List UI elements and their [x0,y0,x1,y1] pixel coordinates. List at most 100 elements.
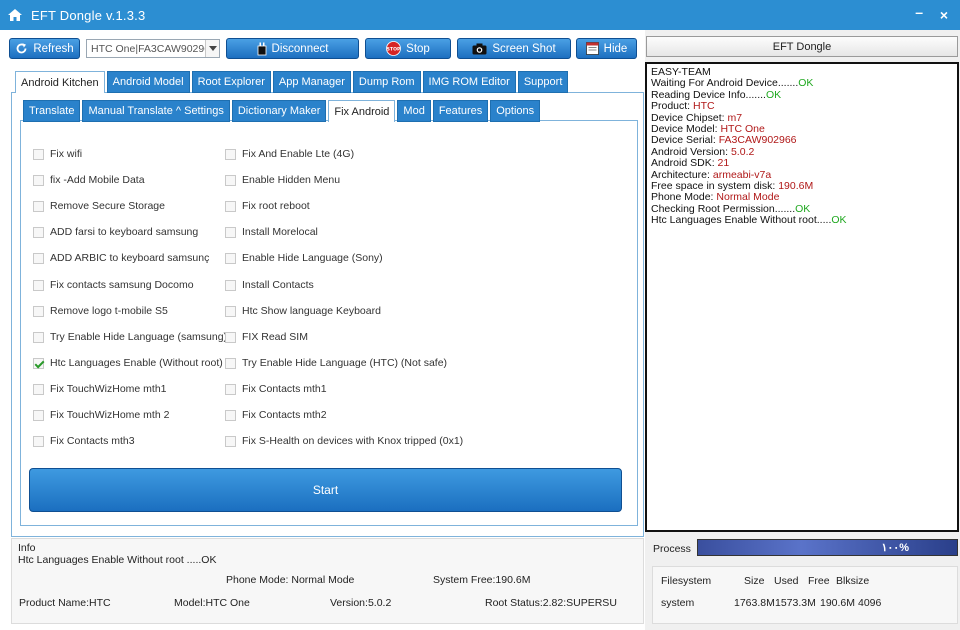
log-line-value: OK [798,77,814,90]
fix-option-checkbox[interactable]: Fix contacts samsung Docomo [33,279,194,291]
checkbox-icon[interactable] [225,252,236,264]
process-progress-bar: ١٠٠% [697,539,958,556]
tab-root-explorer[interactable]: Root Explorer [191,71,271,93]
screenshot-button[interactable]: Screen Shot [457,38,571,59]
tab-options[interactable]: Options [490,100,541,122]
checkbox-icon[interactable] [225,226,236,238]
stop-label: Stop [406,42,430,55]
home-icon [8,9,22,21]
checkbox-icon[interactable] [33,148,44,160]
checkbox-icon[interactable] [33,200,44,212]
checkbox-icon[interactable] [225,279,236,291]
fix-option-checkbox[interactable]: Fix wifi [33,148,82,160]
main-tabs: Android Kitchen Android Model Root Explo… [15,71,569,93]
device-select-value: HTC One|FA3CAW902966 [91,42,205,55]
fix-option-checkbox[interactable]: Fix TouchWizHome mth 2 [33,409,169,421]
hide-button[interactable]: Hide [576,38,637,59]
checkbox-icon[interactable] [225,305,236,317]
fix-option-checkbox[interactable]: Fix Contacts mth2 [225,409,327,421]
checkbox-icon[interactable] [225,174,236,186]
fix-option-checkbox[interactable]: Fix Contacts mth1 [225,383,327,395]
checkbox-icon[interactable] [225,148,236,160]
tab-img-rom-editor[interactable]: IMG ROM Editor [422,71,516,93]
checkbox-icon[interactable] [33,383,44,395]
fix-option-checkbox[interactable]: Install Contacts [225,279,314,291]
fix-option-checkbox[interactable]: Htc Languages Enable (Without root) [33,357,223,369]
tab-dump-rom[interactable]: Dump Rom [352,71,421,93]
device-select[interactable]: HTC One|FA3CAW902966 [86,39,220,58]
checkbox-icon[interactable] [33,252,44,264]
fix-option-label: FIX Read SIM [242,331,308,343]
fix-option-checkbox[interactable]: Enable Hidden Menu [225,174,340,186]
fix-option-checkbox[interactable]: Remove logo t-mobile S5 [33,305,168,317]
fix-option-checkbox[interactable]: ADD ARBIC to keyboard samsunç [33,252,209,264]
fix-option-checkbox[interactable]: Remove Secure Storage [33,200,165,212]
log-line-value: m7 [727,111,743,124]
minimize-button[interactable]: – [915,4,923,20]
progress-percent: ١٠٠% [881,542,909,554]
device-panel-title: EFT Dongle [646,36,958,57]
fix-option-checkbox[interactable]: FIX Read SIM [225,331,308,343]
tab-android-model[interactable]: Android Model [106,71,190,93]
checkbox-icon[interactable] [225,383,236,395]
fs-cell-used: 1573.3M [775,597,816,609]
log-line-text: Phone Mode: [651,191,717,204]
checkbox-checked-icon[interactable] [33,357,44,369]
info-product-name: Product Name:HTC [19,597,111,609]
fix-option-label: Remove logo t-mobile S5 [50,305,168,317]
tab-app-manager[interactable]: App Manager [272,71,351,93]
fs-header-free: Free [808,575,830,587]
checkbox-icon[interactable] [33,305,44,317]
checkbox-icon[interactable] [33,279,44,291]
fix-option-checkbox[interactable]: Htc Show language Keyboard [225,305,381,317]
stop-button[interactable]: STOP Stop [365,38,451,59]
log-line-value: OK [765,88,782,101]
close-button[interactable]: × [940,7,948,23]
tab-support[interactable]: Support [517,71,569,93]
window-title: EFT Dongle v.1.3.3 [31,7,146,23]
disconnect-label: Disconnect [271,42,329,55]
fix-option-checkbox[interactable]: Try Enable Hide Language (HTC) (Not safe… [225,357,447,369]
checkbox-icon[interactable] [33,226,44,238]
tab-translate[interactable]: Translate [23,100,81,122]
checkbox-icon[interactable] [33,435,44,447]
fix-option-checkbox[interactable]: Try Enable Hide Language (samsung) [33,331,227,343]
tab-dictionary-maker[interactable]: Dictionary Maker [231,100,327,122]
tab-android-kitchen[interactable]: Android Kitchen [15,71,105,93]
log-line-text: Device Chipset: [651,111,728,124]
fix-option-label: fix -Add Mobile Data [50,174,145,186]
checkbox-icon[interactable] [33,174,44,186]
tab-manual-translate-settings[interactable]: Manual Translate ^ Settings [82,100,230,122]
fix-option-checkbox[interactable]: Install Morelocal [225,226,318,238]
checkbox-icon[interactable] [33,331,44,343]
fix-option-label: Try Enable Hide Language (HTC) (Not safe… [242,357,448,369]
refresh-button[interactable]: Refresh [9,38,80,59]
log-line-text: Device Serial: [651,134,719,147]
start-button[interactable]: Start [29,468,622,512]
fs-cell-size: 1763.8M [734,597,775,609]
fix-option-checkbox[interactable]: Fix Contacts mth3 [33,435,135,447]
fix-option-checkbox[interactable]: Fix And Enable Lte (4G) [225,148,354,160]
info-panel: Info Htc Languages Enable Without root .… [11,538,644,624]
fix-option-label: Fix And Enable Lte (4G) [242,148,355,160]
fix-option-checkbox[interactable]: Fix S-Health on devices with Knox trippe… [225,435,463,447]
info-system-free: System Free:190.6M [433,574,531,586]
tab-fix-android[interactable]: Fix Android [328,100,396,122]
fs-cell-free: 190.6M [820,597,856,609]
fix-option-label: Install Morelocal [242,226,318,238]
checkbox-icon[interactable] [225,435,236,447]
fix-option-checkbox[interactable]: fix -Add Mobile Data [33,174,145,186]
disconnect-button[interactable]: Disconnect [226,38,359,59]
checkbox-icon[interactable] [225,409,236,421]
checkbox-icon[interactable] [225,357,236,369]
tab-mod[interactable]: Mod [397,100,431,122]
fix-option-checkbox[interactable]: Fix root reboot [225,200,310,212]
chevron-down-icon[interactable] [205,40,219,57]
fix-option-checkbox[interactable]: Enable Hide Language (Sony) [225,252,383,264]
fix-option-checkbox[interactable]: Fix TouchWizHome mth1 [33,383,167,395]
checkbox-icon[interactable] [225,331,236,343]
checkbox-icon[interactable] [33,409,44,421]
fix-option-checkbox[interactable]: ADD farsi to keyboard samsung [33,226,198,238]
checkbox-icon[interactable] [225,200,236,212]
tab-features[interactable]: Features [432,100,489,122]
